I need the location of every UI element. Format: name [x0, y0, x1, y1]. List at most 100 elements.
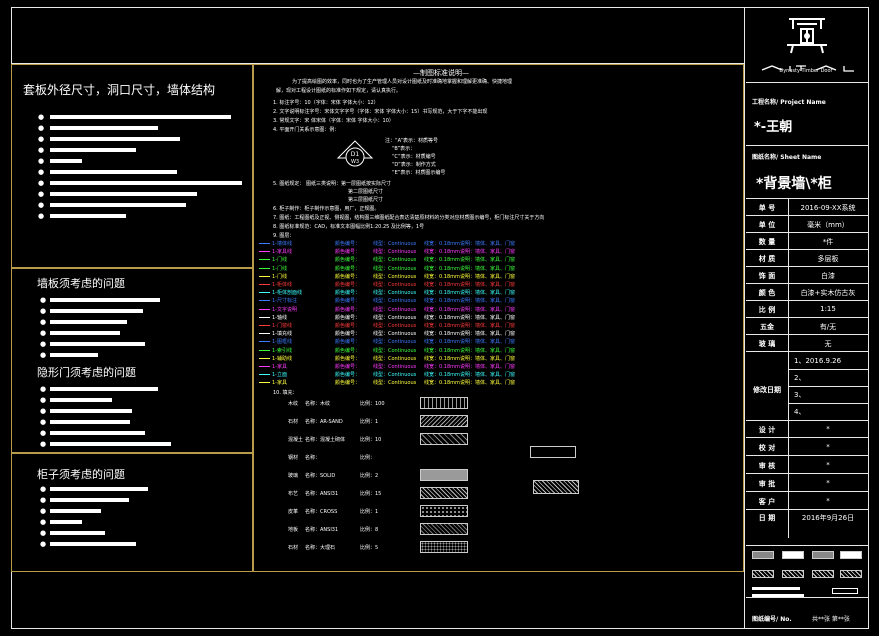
notes-item-1: 1. 标注字号：10（字体：宋体 字体大小：12） [273, 100, 379, 106]
legend-3: “C”表示：材质编号 [392, 154, 436, 160]
legend-swatch [840, 551, 862, 559]
fill-name: 名称：SOLID [305, 473, 336, 479]
bullet-icon: ● [40, 396, 47, 404]
bullet-icon: ● [40, 385, 47, 393]
layer-color-code: 颜色编号： [335, 265, 361, 272]
notes-item-10: 10. 填充： [273, 390, 298, 396]
notes-item-8: 8. 图纸标准规范：CAD，标准文本图幅比例1:20.25 及比例等，1号 [273, 224, 425, 230]
layer-name: 1-立面 [272, 372, 287, 379]
layer-lineweight: 线宽：0.18mm [424, 265, 460, 272]
layer-desc: 说明：墙体、家具、门窗 [460, 257, 516, 264]
bullet-icon: ● [40, 440, 47, 448]
layer-linetype: 线型：Continuous [373, 314, 417, 321]
tb-value: 2016-09-XX系统 [800, 204, 856, 212]
legend-1: 注：“A”表示：材质等号 [385, 138, 438, 144]
sheet-number-label: 图纸编号/ No. [752, 616, 792, 623]
bullet-icon: ● [40, 307, 47, 315]
revision-entry: 4、 [794, 408, 806, 416]
layer-desc: 说明：墙体、家具、门窗 [460, 347, 516, 354]
layer-linetype: 线型：Continuous [373, 372, 417, 379]
redacted-line [50, 320, 127, 324]
layer-name: 1-文字说明 [272, 306, 297, 313]
layer-color-swatch [259, 374, 270, 376]
bullet-icon: ● [38, 113, 45, 121]
layer-lineweight: 线宽：0.18mm [424, 380, 460, 387]
layer-linetype: 线型：Continuous [373, 306, 417, 313]
layer-linetype: 线型：Continuous [373, 364, 417, 370]
layer-color-code: 颜色编号： [335, 347, 361, 354]
tb-value: * [826, 425, 830, 433]
redacted-line [50, 192, 197, 196]
redacted-line [50, 398, 112, 402]
fill-ratio: 比例：1 [360, 419, 379, 425]
tb-key: 校 对 [758, 444, 776, 452]
fill-swatch [420, 433, 468, 445]
layer-name: 1-门窗线 [272, 323, 292, 329]
layer-name: 1-门线 [272, 257, 287, 264]
layer-color-swatch [259, 382, 270, 384]
fill-swatch-fabric [533, 480, 579, 494]
redacted-line [50, 148, 136, 152]
tb-value: * [826, 443, 830, 451]
layer-lineweight: 线宽：0.18mm [424, 347, 460, 354]
redacted-line [50, 309, 143, 313]
bullet-icon: ● [38, 201, 45, 209]
tb-value: 1:15 [820, 305, 836, 313]
layer-lineweight: 线宽：0.18mm [424, 282, 460, 288]
layer-lineweight: 线宽：0.18mm [424, 290, 460, 297]
layer-lineweight: 线宽：0.18mm [424, 273, 460, 280]
legend-swatch [752, 570, 774, 578]
redacted-line [50, 520, 82, 524]
redacted-line [50, 498, 129, 502]
fill-label: 钢材 [288, 455, 299, 461]
tb-key: 单 位 [758, 221, 776, 229]
bullet-icon: ● [40, 529, 47, 537]
layer-color-code: 颜色编号： [335, 290, 361, 297]
layer-lineweight: 线宽：0.18mm [424, 323, 460, 329]
layer-color-code: 颜色编号： [335, 339, 361, 346]
notes-item-4: 4. 平面开门关系示意图：例： [273, 127, 340, 133]
tb-value: * [826, 479, 830, 487]
fill-swatch [420, 397, 468, 409]
divider [746, 145, 868, 146]
tb-value: * [826, 497, 830, 505]
layer-color-code: 颜色编号： [335, 306, 361, 313]
tb-key: 玻 璃 [758, 340, 776, 348]
layer-color-code: 颜色编号： [335, 314, 361, 321]
layer-name: 1-尺寸标注 [272, 298, 297, 305]
legend-5: “E”表示：材质图示编号 [392, 170, 446, 176]
redacted-line [50, 115, 231, 119]
fill-ratio: 比例：2 [360, 473, 379, 479]
fill-label: 石材 [288, 419, 299, 425]
layer-name: 1-墙体线 [272, 241, 292, 247]
fill-name: 名称：ANSI31 [305, 491, 339, 497]
layer-desc: 说明：墙体、家具、门窗 [460, 298, 516, 305]
layer-name: 1-轴线 [272, 314, 287, 321]
fill-swatch [420, 505, 468, 517]
layer-desc: 说明：墙体、家具、门窗 [460, 314, 516, 321]
layer-color-code: 颜色编号： [335, 355, 361, 362]
layer-lineweight: 线宽：0.18mm [424, 298, 460, 305]
tb-value: 毫米（mm） [807, 221, 849, 229]
layer-color-swatch [259, 308, 270, 310]
redacted-line [50, 487, 148, 491]
layer-name: 1-家具 [272, 364, 287, 370]
layer-linetype: 线型：Continuous [373, 355, 417, 362]
layer-linetype: 线型：Continuous [373, 265, 417, 272]
bullet-icon: ● [38, 190, 45, 198]
bullet-icon: ● [38, 168, 45, 176]
tb-value: 白漆 [821, 272, 835, 280]
fill-ratio: 比例：100 [360, 401, 385, 407]
redacted-line [50, 181, 242, 185]
layer-linetype: 线型：Continuous [373, 241, 417, 247]
fill-ratio: 比例：5 [360, 545, 379, 551]
fill-label: 布艺 [288, 491, 299, 497]
layer-linetype: 线型：Continuous [373, 257, 417, 264]
layer-linetype: 线型：Continuous [373, 282, 417, 288]
tb-key: 饰 面 [758, 272, 776, 280]
layer-color-swatch [259, 251, 270, 253]
tb-key: 审 核 [758, 462, 776, 470]
layer-color-swatch [259, 357, 270, 359]
fill-swatch [420, 541, 468, 553]
fill-swatch [420, 469, 468, 481]
